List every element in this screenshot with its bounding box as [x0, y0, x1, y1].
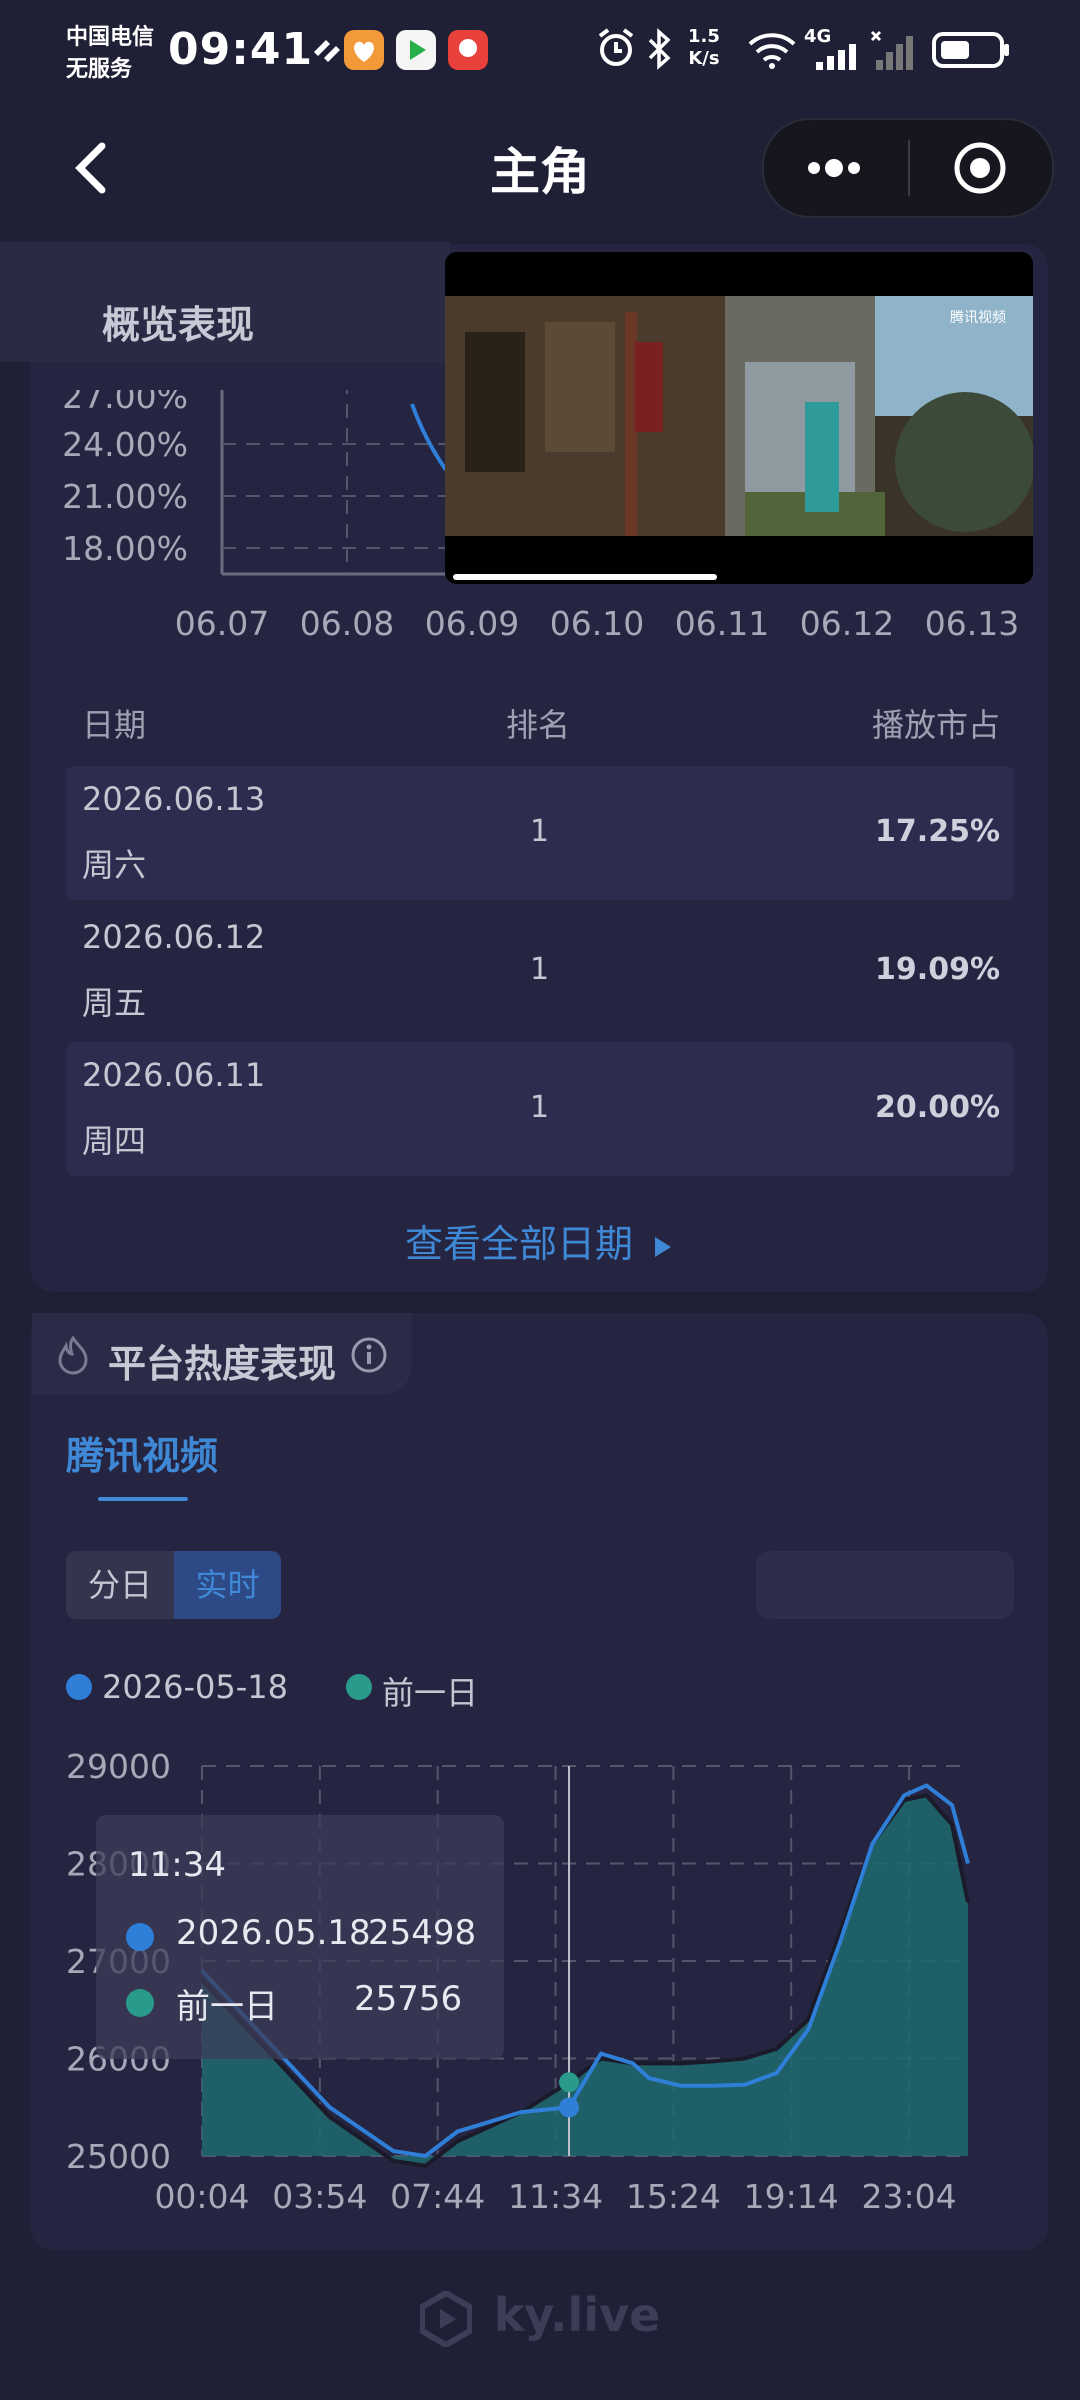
table-header-rank: 排名 — [506, 706, 571, 744]
row-date: 2026.06.12 — [82, 918, 266, 956]
wifi-icon — [748, 30, 796, 74]
capsule-divider — [908, 140, 910, 196]
tooltip-time: 11:34 — [128, 1845, 226, 1885]
x-tick-label: 03:54 — [272, 2177, 367, 2216]
x-tick-label: 23:04 — [862, 2177, 957, 2216]
granularity-toggle: 分日 实时 — [66, 1551, 281, 1619]
x-tick-label: 11:34 — [508, 2177, 603, 2216]
table-row[interactable]: 2026.06.12 周五 1 19.09% — [66, 904, 1014, 1038]
row-share: 17.25% — [875, 814, 1000, 849]
ky-live-logo-icon — [418, 2289, 473, 2348]
y-tick-label: 25000 — [66, 2137, 171, 2176]
x-tick-label: 19:14 — [744, 2177, 839, 2216]
footer-brand-text: ky.live — [493, 2288, 661, 2342]
view-all-dates-link[interactable]: 查看全部日期 — [0, 1213, 1080, 1268]
platform-section-title: 平台热度表现 — [108, 1342, 337, 1386]
battery-icon — [932, 30, 1012, 74]
legend-label-previous: 前一日 — [382, 1674, 479, 1712]
row-rank: 1 — [530, 814, 550, 849]
legend-label-current: 2026-05-18 — [102, 1668, 288, 1706]
app-notif-icon — [308, 30, 348, 70]
tooltip-row2-label: 前一日 — [176, 1987, 278, 2027]
row-date: 2026.06.13 — [82, 780, 266, 818]
video-frame: 腾讯视频 — [445, 252, 1033, 584]
x-tick-label: 15:24 — [626, 2177, 721, 2216]
mini-program-capsule — [762, 118, 1054, 218]
target-icon — [954, 142, 1006, 194]
y-tick-label-partial: 27.00% — [62, 390, 188, 416]
row-rank: 1 — [530, 952, 550, 987]
y-tick-label: 18.00% — [62, 529, 188, 568]
app-notif-icon — [448, 30, 488, 70]
tab-tencent-video[interactable]: 腾讯视频 — [66, 1425, 218, 1480]
status-bar: 中国电信 无服务 09:41 1.5 K/s 4G — [0, 0, 1080, 110]
segment-realtime[interactable]: 实时 — [174, 1551, 281, 1619]
date-picker-button[interactable] — [756, 1551, 1014, 1619]
row-rank: 1 — [530, 1090, 550, 1125]
signal-no-service-icon — [870, 30, 916, 74]
footer-brand: ky.live — [0, 2288, 1080, 2348]
table-header-share: 播放市占 — [871, 706, 1000, 744]
app-notif-icon — [396, 30, 436, 70]
x-tick-label: 07:44 — [390, 2177, 485, 2216]
more-dots-icon — [808, 159, 860, 177]
bluetooth-icon — [646, 28, 674, 74]
y-tick-label: 29000 — [66, 1747, 171, 1786]
x-tick-label: 06.07 — [175, 604, 269, 643]
table-row[interactable]: 2026.06.13 周六 1 17.25% — [66, 766, 1014, 900]
tooltip-marker-current — [126, 1923, 154, 1951]
network-speed: 1.5 K/s — [688, 26, 720, 69]
row-weekday: 周六 — [82, 846, 147, 884]
row-share: 20.00% — [875, 1090, 1000, 1125]
table-row[interactable]: 2026.06.11 周四 1 20.00% — [66, 1042, 1014, 1176]
row-weekday: 周五 — [82, 984, 147, 1022]
y-tick-label: 21.00% — [62, 477, 188, 516]
tooltip-row2-value: 25756 — [354, 1979, 463, 2019]
x-tick-label: 06.13 — [925, 604, 1019, 643]
row-weekday: 周四 — [82, 1122, 147, 1160]
info-button[interactable] — [350, 1336, 388, 1378]
x-tick-label: 00:04 — [154, 2177, 249, 2216]
overview-section-label: 概览表现 — [102, 303, 255, 347]
legend-marker-previous — [346, 1674, 372, 1700]
clock: 09:41 — [168, 24, 314, 75]
x-tick-label: 06.11 — [675, 604, 769, 643]
current-day-point — [559, 2097, 580, 2118]
x-tick-label: 06.09 — [425, 604, 519, 643]
info-icon — [351, 1337, 387, 1373]
legend-marker-current — [66, 1674, 92, 1700]
active-tab-indicator — [98, 1497, 188, 1501]
segment-daily[interactable]: 分日 — [66, 1551, 174, 1619]
tooltip-marker-previous — [126, 1989, 154, 2017]
view-all-label: 查看全部日期 — [404, 1222, 633, 1266]
table-header-date: 日期 — [82, 706, 147, 744]
x-tick-label: 06.10 — [550, 604, 644, 643]
tooltip-row1-value: 25498 — [368, 1913, 477, 1953]
alarm-icon — [596, 26, 636, 74]
carrier-info: 中国电信 无服务 — [66, 25, 155, 82]
play-arrow-icon — [655, 1236, 672, 1257]
floating-video-player[interactable]: 腾讯视频 — [445, 252, 1033, 584]
overview-series-line — [410, 403, 448, 472]
previous-day-point — [559, 2072, 580, 2093]
chart-tooltip: 11:34 2026.05.18 25498 前一日 25756 — [96, 1815, 504, 2059]
signal-icon — [816, 44, 860, 74]
flame-icon — [54, 1334, 92, 1380]
row-share: 19.09% — [875, 952, 1000, 987]
x-tick-label: 06.08 — [300, 604, 394, 643]
tooltip-row1-label: 2026.05.18 — [176, 1913, 371, 1953]
close-button[interactable] — [952, 140, 1008, 196]
more-button[interactable] — [800, 146, 910, 190]
app-notif-icon — [344, 30, 384, 70]
row-date: 2026.06.11 — [82, 1056, 266, 1094]
x-tick-label: 06.12 — [800, 604, 894, 643]
y-tick-label: 24.00% — [62, 425, 188, 464]
video-watermark: 腾讯视频 — [950, 309, 1006, 326]
